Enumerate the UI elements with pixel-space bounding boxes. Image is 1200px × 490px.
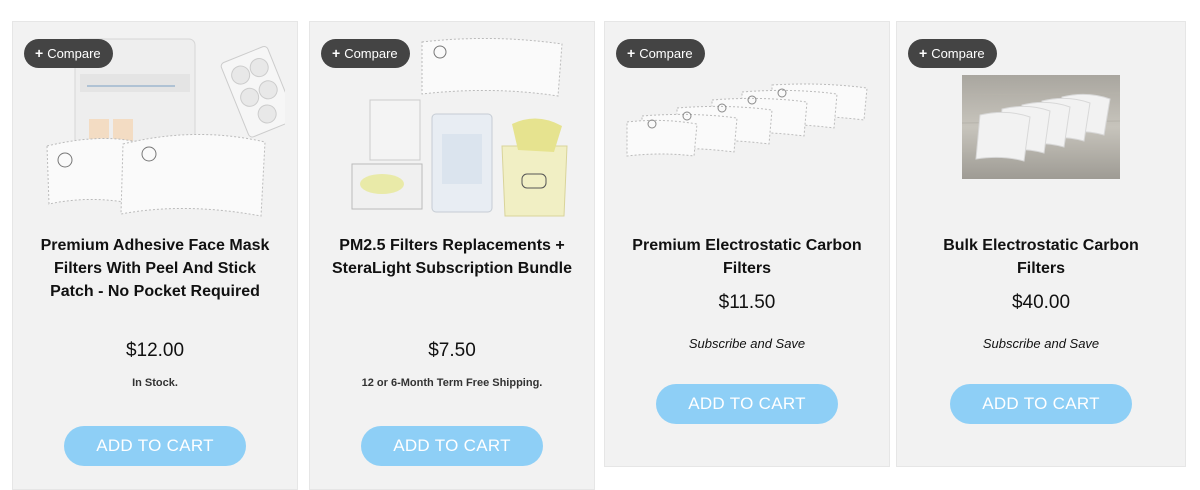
product-title[interactable]: Premium Adhesive Face Mask Filters With … bbox=[33, 234, 277, 303]
product-price: $12.00 bbox=[125, 340, 185, 361]
add-to-cart-button[interactable]: ADD TO CART bbox=[656, 384, 838, 424]
subscribe-note: Subscribe and Save bbox=[982, 336, 1100, 351]
product-title[interactable]: Premium Electrostatic Carbon Filters bbox=[625, 234, 869, 280]
add-to-cart-button[interactable]: ADD TO CART bbox=[361, 426, 543, 466]
compare-button[interactable]: + Compare bbox=[321, 39, 410, 68]
compare-label: Compare bbox=[639, 46, 693, 61]
subscribe-note: Subscribe and Save bbox=[688, 336, 806, 351]
product-title[interactable]: PM2.5 Filters Replacements + SteraLight … bbox=[330, 234, 574, 280]
add-to-cart-button[interactable]: ADD TO CART bbox=[950, 384, 1132, 424]
product-image[interactable] bbox=[897, 75, 1185, 179]
compare-button[interactable]: + Compare bbox=[24, 39, 113, 68]
compare-button[interactable]: + Compare bbox=[908, 39, 997, 68]
product-card: + Compare Premium Electrostatic Carbon F… bbox=[604, 21, 890, 467]
product-title[interactable]: Bulk Electrostatic Carbon Filters bbox=[917, 234, 1165, 280]
product-card: + Compare bbox=[896, 21, 1186, 467]
compare-label: Compare bbox=[931, 46, 985, 61]
shipping-note: 12 or 6-Month Term Free Shipping. bbox=[361, 377, 543, 389]
compare-button[interactable]: + Compare bbox=[616, 39, 705, 68]
plus-icon: + bbox=[332, 45, 341, 61]
stock-status: In Stock. bbox=[132, 377, 178, 389]
compare-label: Compare bbox=[47, 46, 101, 61]
product-price: $40.00 bbox=[1011, 292, 1071, 313]
plus-icon: + bbox=[627, 45, 636, 61]
add-to-cart-button[interactable]: ADD TO CART bbox=[64, 426, 246, 466]
plus-icon: + bbox=[35, 45, 44, 61]
compare-label: Compare bbox=[344, 46, 398, 61]
plus-icon: + bbox=[919, 45, 928, 61]
product-price: $7.50 bbox=[428, 340, 476, 361]
product-grid: + Compare Premium Adhesive Face Mask Fil… bbox=[0, 0, 1200, 490]
product-card: + Compare PM2.5 Filters Replacements + St… bbox=[309, 21, 595, 490]
product-card: + Compare bbox=[12, 21, 298, 490]
product-image[interactable] bbox=[605, 80, 889, 165]
product-price: $11.50 bbox=[718, 292, 776, 313]
